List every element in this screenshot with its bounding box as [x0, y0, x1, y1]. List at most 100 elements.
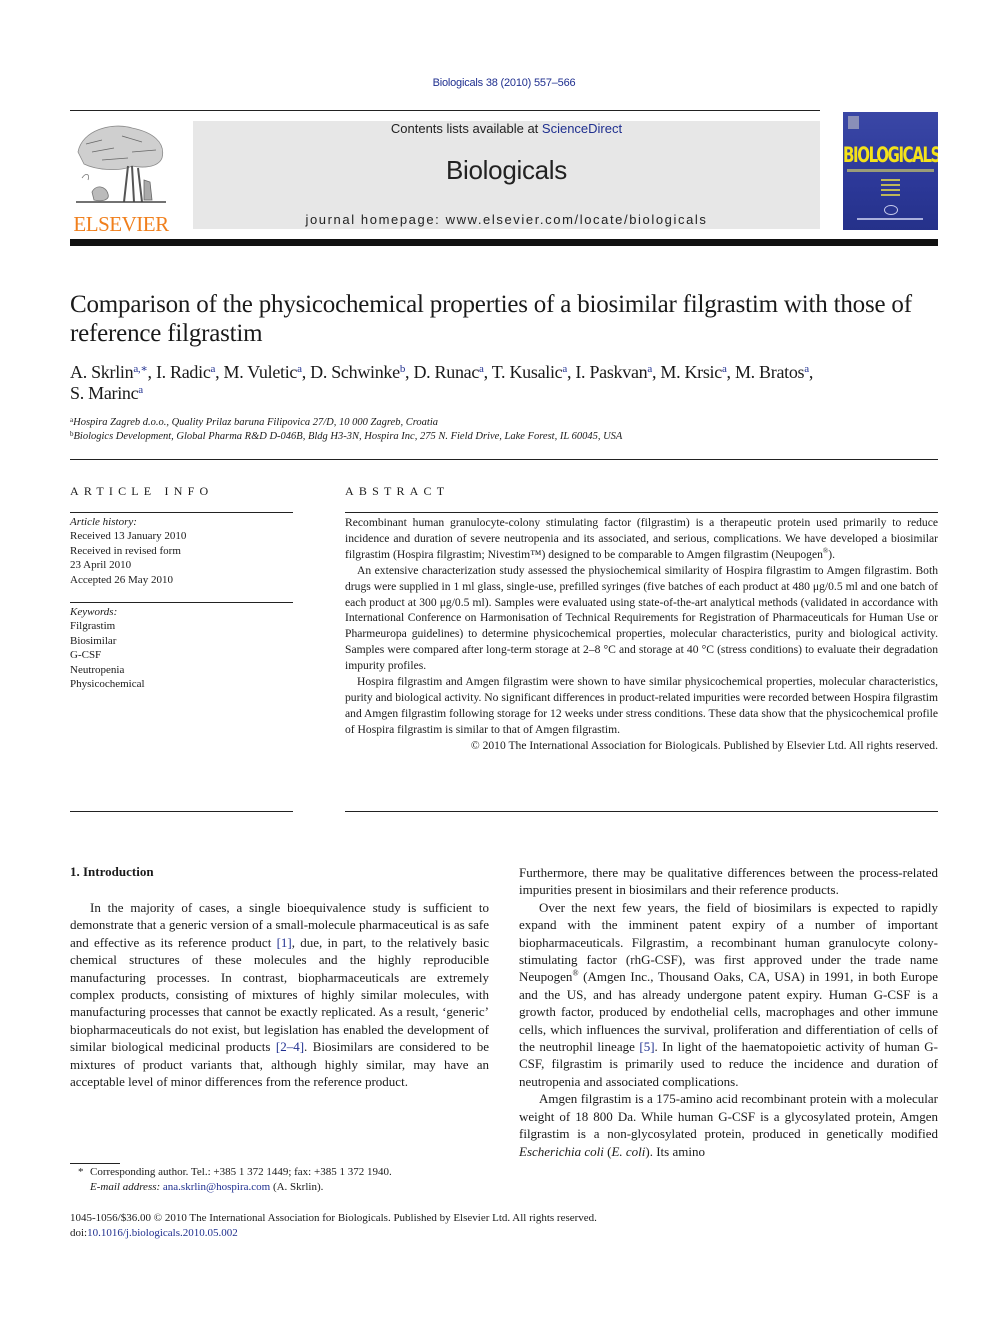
cover-text-line [881, 189, 900, 191]
abstract-heading: ABSTRACT [345, 484, 450, 498]
body-text: Amgen filgrastim is a 175-amino acid rec… [519, 1091, 938, 1142]
author[interactable]: M. Vuletica [224, 362, 302, 382]
affiliation-marker[interactable]: a [138, 384, 143, 396]
body-paragraph: Furthermore, there may be qualitative di… [519, 865, 938, 898]
abstract-rule [345, 811, 938, 812]
keyword: Filgrastim [70, 620, 116, 633]
author-name: T. Kusalic [491, 362, 563, 382]
affiliations: aHospira Zagreb d.o.o., Quality Prilaz b… [70, 416, 950, 444]
footnote-rule [70, 1163, 120, 1164]
article-info-rule [70, 512, 293, 513]
author[interactable]: A. Skrlina,∗ [70, 362, 148, 382]
body-paragraph: Over the next few years, the field of bi… [519, 899, 938, 1090]
keyword: Biosimilar [70, 634, 117, 647]
author[interactable]: D. Runaca [413, 362, 483, 382]
abstract-paragraph: Recombinant human granulocyte-colony sti… [345, 515, 938, 563]
elsevier-logo[interactable]: ELSEVIER [70, 120, 172, 236]
contents-line: Contents lists available at ScienceDirec… [193, 121, 820, 136]
doi-link[interactable]: 10.1016/j.biologicals.2010.05.002 [87, 1227, 238, 1239]
footnote-marker: * [78, 1166, 84, 1178]
affiliation-marker[interactable]: b [400, 363, 406, 375]
reference-link[interactable]: [2–4] [276, 1039, 304, 1054]
cover-subtitle-bar [847, 169, 934, 172]
keywords: Keywords: Filgrastim Biosimilar G-CSF Ne… [70, 605, 293, 691]
body-text: ). Its amino [645, 1143, 705, 1159]
body-column-left: In the majority of cases, a single bioeq… [70, 899, 489, 1090]
footnote-text: (A. Skrlin). [270, 1181, 324, 1193]
email-label: E-mail address: [90, 1181, 161, 1193]
affiliation-marker[interactable]: a [562, 363, 567, 375]
author-name: D. Runac [413, 362, 480, 382]
author-name: M. Bratos [734, 362, 805, 382]
history-item: Accepted 26 May 2010 [70, 573, 173, 586]
affiliation-marker[interactable]: a [297, 363, 302, 375]
sciencedirect-link[interactable]: ScienceDirect [542, 121, 622, 136]
affiliation-marker[interactable]: a [722, 363, 727, 375]
keyword: Neutropenia [70, 663, 125, 676]
footnote-text: Corresponding author. Tel.: +385 1 372 1… [90, 1166, 392, 1178]
author-name: A. Skrlin [70, 362, 134, 382]
article-info-heading: ARTICLE INFO [70, 484, 214, 498]
elsevier-tree-icon [76, 125, 166, 203]
abstract-rule [345, 512, 938, 513]
email-line: E-mail address: ana.skrlin@hospira.com (… [78, 1180, 498, 1195]
elsevier-wordmark: ELSEVIER [73, 212, 169, 236]
history-item: Received 13 January 2010 [70, 530, 187, 543]
affiliation-text: Hospira Zagreb d.o.o., Quality Prilaz ba… [73, 417, 438, 428]
journal-homepage-link[interactable]: journal homepage: www.elsevier.com/locat… [193, 212, 820, 227]
reference-link[interactable]: [5] [639, 1039, 654, 1054]
author[interactable]: I. Radica [156, 362, 215, 382]
cover-elsevier-icon [848, 116, 859, 129]
issn-line: 1045-1056/$36.00 © 2010 The Internationa… [70, 1212, 597, 1224]
article-info-rule [70, 811, 293, 812]
author-name: I. Paskvan [575, 362, 648, 382]
affiliation-marker[interactable]: a [804, 363, 809, 375]
journal-citation-link[interactable]: Biologicals 38 (2010) 557–566 [0, 77, 992, 89]
affiliation-marker[interactable]: a [479, 363, 484, 375]
doi-label: doi: [70, 1227, 88, 1239]
author[interactable]: D. Schwinkeb [310, 362, 405, 382]
history-item: 23 April 2010 [70, 559, 132, 572]
cover-text-line [881, 194, 900, 196]
species-abbrev: E. coli [611, 1143, 646, 1159]
abstract-text: Recombinant human granulocyte-colony sti… [345, 516, 938, 561]
abstract-paragraph: An extensive characterization study asse… [345, 563, 938, 673]
author-name: S. Marinc [70, 383, 139, 403]
header-thick-rule [70, 239, 938, 246]
affiliation-text: Biologics Development, Global Pharma R&D… [73, 431, 623, 442]
affiliation-marker[interactable]: a [211, 363, 216, 375]
species-name: Escherichia coli [519, 1143, 604, 1159]
author[interactable]: I. Paskvana [575, 362, 652, 382]
history-item: Received in revised form [70, 544, 181, 557]
publication-info: 1045-1056/$36.00 © 2010 The Internationa… [70, 1211, 770, 1241]
contents-prefix: Contents lists available at [390, 121, 542, 136]
author[interactable]: M. Krsica [660, 362, 726, 382]
email-link[interactable]: ana.skrlin@hospira.com [163, 1181, 270, 1193]
affiliation-marker[interactable]: a [647, 363, 652, 375]
body-column-right: Furthermore, there may be qualitative di… [519, 864, 938, 1160]
journal-cover-image[interactable]: BIOLOGICALS [843, 112, 938, 230]
abstract-body: Recombinant human granulocyte-colony sti… [345, 515, 938, 754]
author-list: A. Skrlina,∗, I. Radica, M. Vuletica, D.… [70, 362, 814, 403]
author-name: D. Schwinke [310, 362, 400, 382]
cover-text-line [881, 184, 900, 186]
author[interactable]: M. Bratosa [735, 362, 809, 382]
keyword: Physicochemical [70, 678, 145, 691]
abstract-paragraph: Hospira filgrastim and Amgen filgrastim … [345, 675, 939, 736]
abstract-text: ). [828, 547, 835, 561]
corresponding-author-note: * Corresponding author. Tel.: +385 1 372 … [78, 1165, 498, 1180]
cover-footer-line [857, 218, 923, 220]
affiliation: bBiologics Development, Global Pharma R&… [70, 430, 950, 444]
article-history: Article history: Received 13 January 201… [70, 515, 293, 587]
author-name: M. Vuletic [223, 362, 298, 382]
history-label: Article history: [70, 516, 137, 528]
article-info-rule [70, 602, 293, 603]
reference-link[interactable]: [1] [277, 935, 292, 950]
body-paragraph: In the majority of cases, a single bioeq… [70, 899, 489, 1090]
author[interactable]: S. Marinca [70, 383, 143, 403]
body-text: , due, in part, to the relatively basic … [70, 934, 489, 1055]
author[interactable]: T. Kusalica [491, 362, 568, 382]
header-rule [70, 110, 820, 111]
affiliation-marker[interactable]: a,∗ [133, 363, 148, 375]
article-title: Comparison of the physicochemical proper… [70, 291, 912, 347]
